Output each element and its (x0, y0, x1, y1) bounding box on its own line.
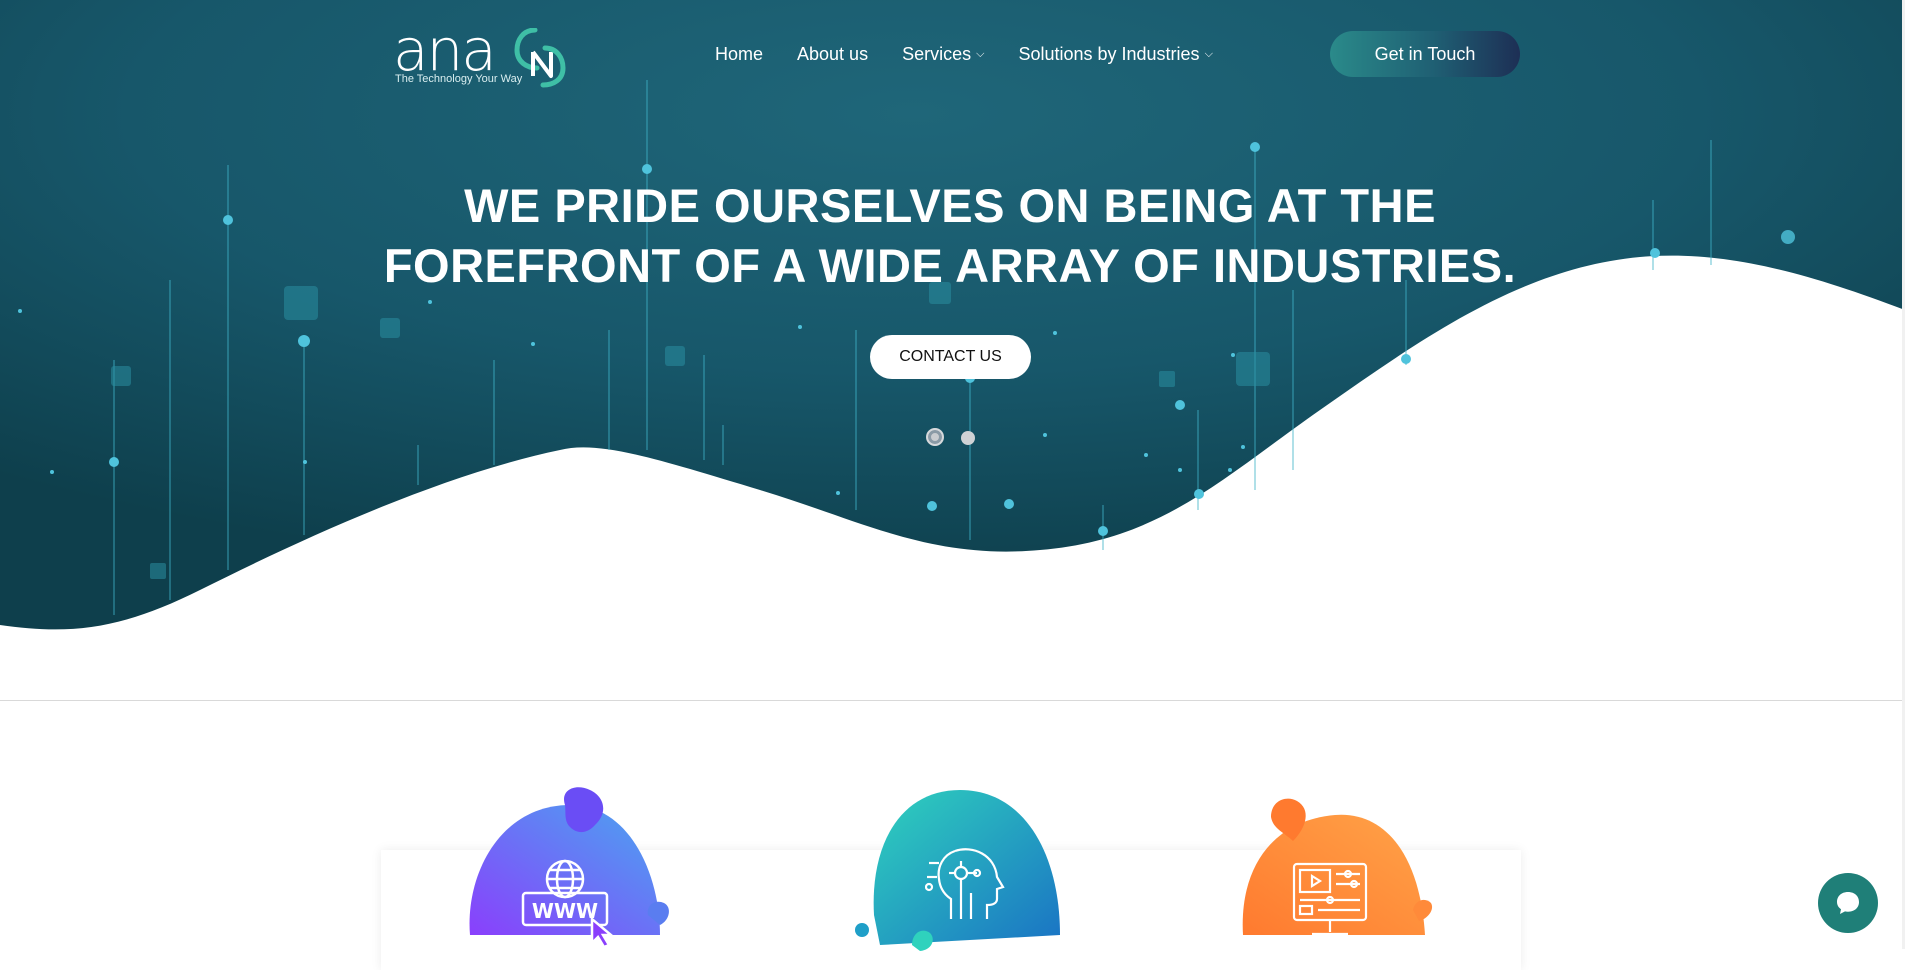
brand-logo[interactable]: ana The Technology Your Way (393, 16, 573, 88)
get-in-touch-button[interactable]: Get in Touch (1330, 31, 1520, 77)
chat-button[interactable] (1818, 873, 1878, 933)
nav-home-label: Home (715, 44, 764, 64)
slider-dot[interactable] (961, 431, 975, 445)
chevron-down-icon: ⌵ (1204, 48, 1213, 60)
nav-services[interactable]: Services ⌵ (902, 44, 984, 65)
nav-solutions-label: Solutions by Industries (1018, 44, 1200, 64)
slider-dot-active[interactable] (926, 428, 944, 446)
ai-head-icon (925, 848, 1005, 919)
www-cursor-icon: WWW (521, 859, 615, 949)
logo-tagline: The Technology Your Way (395, 73, 523, 85)
chat-bubble-icon (1837, 892, 1859, 914)
nav-services-label: Services (902, 44, 972, 64)
main-nav: Home About us Services ⌵ Solutions by In… (715, 44, 1247, 65)
video-monitor-icon (1292, 862, 1368, 936)
nav-home[interactable]: Home (715, 44, 763, 65)
svg-text:WWW: WWW (532, 899, 598, 923)
nav-about-us[interactable]: About us (797, 44, 868, 65)
nav-about-us-label: About us (797, 44, 869, 64)
nav-solutions-by-industries[interactable]: Solutions by Industries ⌵ (1018, 44, 1212, 65)
contact-us-button[interactable]: CONTACT US (870, 335, 1031, 379)
hero-title: WE PRIDE OURSELVES ON BEING AT THE FOREF… (383, 179, 1517, 292)
chevron-down-icon: ⌵ (976, 48, 985, 60)
hero-section: ana The Technology Your Way Home About u… (0, 0, 1905, 701)
